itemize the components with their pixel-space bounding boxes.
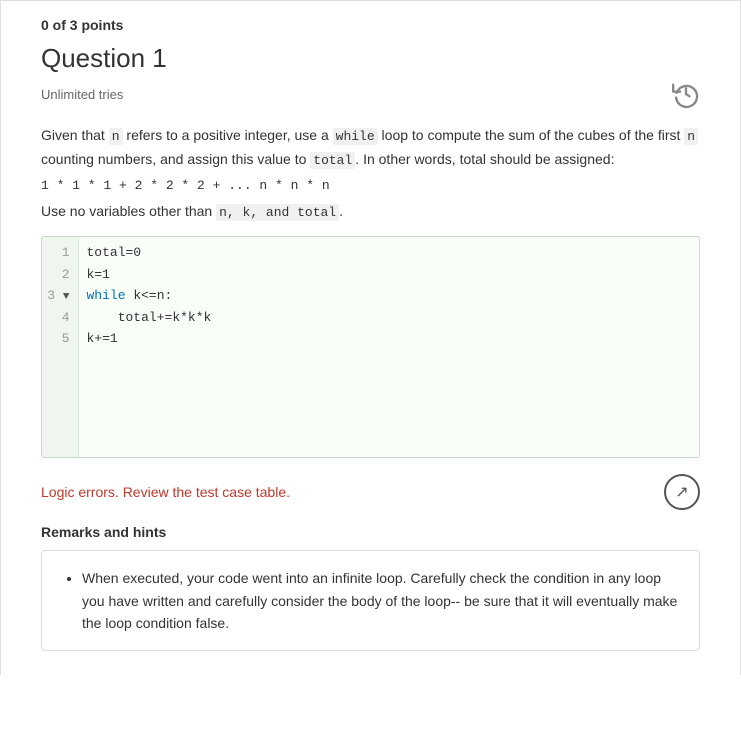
inline-code-n1: n [109, 128, 123, 145]
code-line-5: 5 k+=1 [42, 328, 699, 350]
line-num-1: 1 [42, 237, 78, 264]
code-line-blank1 [42, 350, 699, 372]
code-content-3[interactable]: while k<=n: [78, 285, 699, 307]
inline-code-n2: n [684, 128, 698, 145]
math-line: 1 * 1 * 1 + 2 * 2 * 2 + ... n * n * n [41, 176, 700, 197]
remarks-section: Remarks and hints When executed, your co… [41, 524, 700, 651]
points-badge: 0 of 3 points [41, 17, 700, 33]
code-content-2[interactable]: k=1 [78, 264, 699, 286]
code-table: 1 total=0 2 k=1 3 ▼ while k<=n: 4 total+… [42, 237, 699, 457]
remarks-title: Remarks and hints [41, 524, 700, 540]
tries-row: Unlimited tries [41, 80, 700, 108]
line-num-blank1 [42, 350, 78, 372]
line-num-blank2 [42, 371, 78, 393]
code-line-blank2 [42, 371, 699, 393]
tries-text: Unlimited tries [41, 87, 123, 102]
code-line-2: 2 k=1 [42, 264, 699, 286]
code-line-4: 4 total+=k*k*k [42, 307, 699, 329]
code-content-blank1[interactable] [78, 350, 699, 372]
code-content-blank5[interactable] [78, 436, 699, 458]
history-icon[interactable] [672, 80, 700, 108]
question-body: Given that n refers to a positive intege… [41, 124, 700, 224]
line-num-blank4 [42, 414, 78, 436]
code-editor[interactable]: 1 total=0 2 k=1 3 ▼ while k<=n: 4 total+… [41, 236, 700, 458]
line-num-2: 2 [42, 264, 78, 286]
hint-item: When executed, your code went into an in… [82, 567, 679, 634]
keyword-while: while [87, 288, 126, 303]
code-content-5[interactable]: k+=1 [78, 328, 699, 350]
hint-list: When executed, your code went into an in… [62, 567, 679, 634]
code-content-blank3[interactable] [78, 393, 699, 415]
code-content-blank4[interactable] [78, 414, 699, 436]
line-num-4: 4 [42, 307, 78, 329]
inline-code-while: while [333, 128, 378, 145]
code-line-blank5 [42, 436, 699, 458]
content-area: 0 of 3 points Question 1 Unlimited tries… [0, 1, 741, 675]
hint-box: When executed, your code went into an in… [41, 550, 700, 651]
code-content-4[interactable]: total+=k*k*k [78, 307, 699, 329]
line-num-blank5 [42, 436, 78, 458]
code-line-1: 1 total=0 [42, 237, 699, 264]
question-title: Question 1 [41, 43, 700, 74]
inline-code-vars: n, k, and total [216, 204, 339, 221]
page-container: 0 of 3 points Question 1 Unlimited tries… [0, 0, 741, 751]
code-content-blank2[interactable] [78, 371, 699, 393]
line-num-blank3 [42, 393, 78, 415]
code-content-1[interactable]: total=0 [78, 237, 699, 264]
code-line-blank4 [42, 414, 699, 436]
expand-icon: ↗ [675, 482, 688, 502]
line-num-3: 3 ▼ [42, 285, 78, 307]
expand-button[interactable]: ↗ [664, 474, 700, 510]
feedback-row: Logic errors. Review the test case table… [41, 474, 700, 510]
logic-error-text: Logic errors. Review the test case table… [41, 484, 290, 500]
loop-arrow: ▼ [63, 291, 70, 303]
line-num-5: 5 [42, 328, 78, 350]
inline-code-total1: total [310, 152, 355, 169]
code-line-3: 3 ▼ while k<=n: [42, 285, 699, 307]
code-line-blank3 [42, 393, 699, 415]
